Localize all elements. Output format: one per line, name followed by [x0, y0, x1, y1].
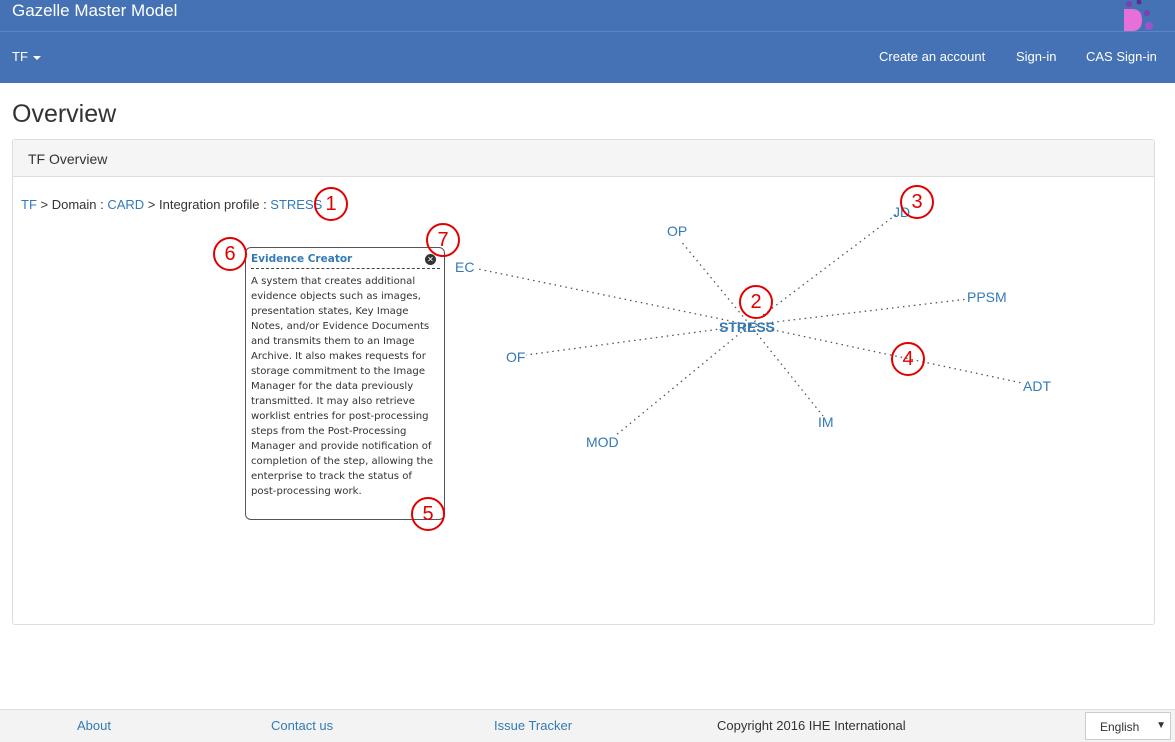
diagram-node-stress[interactable]: STRESS [719, 319, 775, 335]
dropdown-arrow-icon: ▼ [1156, 720, 1166, 731]
copyright-text: Copyright 2016 IHE International [717, 718, 906, 733]
breadcrumb-sep-profile: > Integration profile : [144, 197, 271, 212]
diagram-node-mod[interactable]: MOD [586, 434, 619, 450]
actor-tooltip: Evidence Creator A system that creates a… [245, 247, 445, 520]
diagram-node-op[interactable]: OP [667, 223, 687, 239]
diagram-node-im[interactable]: IM [818, 414, 834, 430]
breadcrumb: TF > Domain : CARD > Integration profile… [21, 197, 322, 212]
contact-us-link[interactable]: Contact us [271, 718, 333, 733]
create-account-link[interactable]: Create an account [879, 49, 985, 64]
diagram-node-ppsm[interactable]: PPSM [967, 289, 1007, 305]
issue-tracker-link[interactable]: Issue Tracker [494, 718, 572, 733]
cas-sign-in-link[interactable]: CAS Sign-in [1086, 49, 1157, 64]
diagram-node-adt[interactable]: ADT [1023, 378, 1051, 394]
breadcrumb-domain-link[interactable]: CARD [107, 197, 144, 212]
language-selected-value: English [1100, 720, 1140, 734]
diagram-node-ec[interactable]: EC [455, 259, 474, 275]
close-icon[interactable]: ✕ [425, 254, 436, 265]
tooltip-title[interactable]: Evidence Creator [251, 253, 440, 269]
page-title: Overview [12, 100, 117, 128]
language-select[interactable]: English ▼ [1085, 712, 1171, 740]
about-link[interactable]: About [77, 718, 111, 733]
panel-heading: TF Overview [13, 140, 1154, 177]
footer: About Contact us Issue Tracker Copyright… [0, 709, 1175, 742]
tf-menu-label: TF [12, 49, 28, 64]
breadcrumb-profile-link[interactable]: STRESS [270, 197, 322, 212]
tooltip-description: A system that creates additional evidenc… [251, 276, 434, 497]
breadcrumb-sep-domain: > Domain : [36, 197, 108, 212]
diagram-node-jd[interactable]: JD [893, 204, 910, 220]
sign-in-link[interactable]: Sign-in [1016, 49, 1056, 64]
breadcrumb-tf-link[interactable]: TF [21, 197, 37, 212]
gazelle-logo-icon [1124, 0, 1153, 31]
navbar-divider [0, 31, 1175, 32]
caret-down-icon [32, 55, 41, 60]
top-navbar: Gazelle Master Model TF Create an accoun… [0, 0, 1175, 83]
app-title[interactable]: Gazelle Master Model [12, 1, 177, 21]
tf-dropdown-menu[interactable]: TF [12, 49, 41, 64]
diagram-node-of[interactable]: OF [506, 349, 525, 365]
